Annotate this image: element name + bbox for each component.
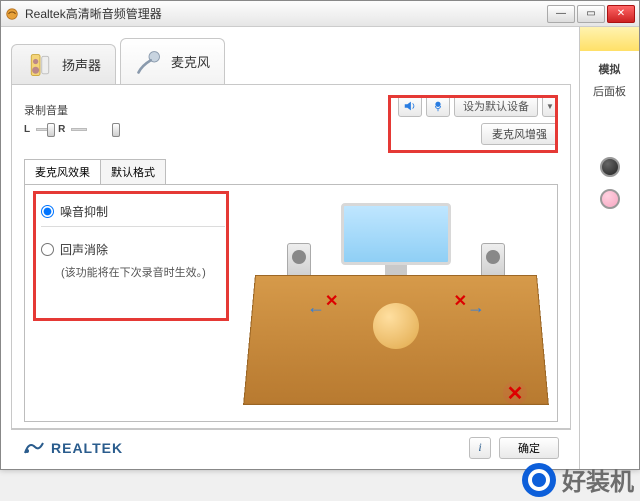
- info-button[interactable]: i: [469, 437, 491, 459]
- speaker-icon: [26, 51, 54, 79]
- minimize-button[interactable]: —: [547, 5, 575, 23]
- realtek-logo: REALTEK: [23, 439, 123, 457]
- user-head-icon: [373, 303, 419, 349]
- illustration: ← → ✕ ✕ ✕: [235, 185, 557, 421]
- balance-slider[interactable]: [36, 120, 52, 138]
- echo-cancel-label: 回声消除: [60, 241, 108, 258]
- brand-text: REALTEK: [51, 440, 123, 456]
- monitor-icon: [341, 203, 451, 283]
- rear-panel-label: 后面板: [593, 83, 626, 99]
- echo-cancel-note: (该功能将在下次录音时生效。): [61, 264, 225, 280]
- balance-r: R: [58, 124, 65, 135]
- x-mark-icon: ✕: [454, 291, 467, 311]
- app-window: Realtek高清晰音频管理器 — ▭ ✕ 扬声器 麦克风: [0, 0, 640, 470]
- echo-cancel-option[interactable]: 回声消除: [41, 241, 225, 258]
- mute-playback-button[interactable]: [398, 95, 422, 117]
- subtabs: 麦克风效果 默认格式: [24, 159, 558, 184]
- subtab-default-format[interactable]: 默认格式: [101, 159, 166, 184]
- connector-panel: 模拟 后面板: [579, 27, 639, 469]
- volume-slider[interactable]: [71, 120, 87, 138]
- x-mark-icon: ✕: [503, 381, 527, 405]
- noise-suppression-label: 噪音抑制: [60, 203, 108, 220]
- ok-button[interactable]: 确定: [499, 437, 559, 459]
- subtab-mic-effects[interactable]: 麦克风效果: [24, 159, 101, 184]
- microphone-panel: 录制音量 L R: [11, 85, 571, 429]
- app-icon: [5, 7, 19, 21]
- device-dropdown[interactable]: ▼: [542, 95, 558, 117]
- tab-speaker-label: 扬声器: [62, 55, 101, 74]
- balance-l: L: [24, 124, 30, 135]
- x-mark-icon: ✕: [325, 291, 338, 311]
- tab-speaker[interactable]: 扬声器: [11, 44, 116, 84]
- arrow-left-icon: ←: [307, 297, 325, 318]
- maximize-button[interactable]: ▭: [577, 5, 605, 23]
- arrow-right-icon: →: [467, 297, 485, 318]
- footer: REALTEK i 确定: [11, 429, 571, 465]
- jack-mic-in[interactable]: [600, 189, 620, 209]
- mute-record-button[interactable]: [426, 95, 450, 117]
- tab-microphone-label: 麦克风: [171, 52, 210, 71]
- analog-label: 模拟: [599, 61, 621, 77]
- device-tabs: 扬声器 麦克风: [11, 33, 571, 85]
- set-default-device-button[interactable]: 设为默认设备: [454, 95, 538, 117]
- recording-volume-label: 录制音量: [24, 102, 87, 118]
- close-button[interactable]: ✕: [607, 5, 635, 23]
- mic-effects-panel: 噪音抑制 回声消除 (该功能将在下次录音时生效。): [24, 184, 558, 422]
- titlebar: Realtek高清晰音频管理器 — ▭ ✕: [1, 1, 639, 27]
- divider: [41, 226, 225, 227]
- jack-line-in[interactable]: [600, 157, 620, 177]
- mic-boost-button[interactable]: 麦克风增强: [481, 123, 558, 145]
- echo-cancel-radio[interactable]: [41, 243, 54, 256]
- tab-microphone[interactable]: 麦克风: [120, 38, 225, 84]
- noise-suppression-radio[interactable]: [41, 205, 54, 218]
- set-default-label: 设为默认设备: [463, 98, 529, 114]
- noise-suppression-option[interactable]: 噪音抑制: [41, 203, 225, 220]
- window-title: Realtek高清晰音频管理器: [25, 5, 162, 22]
- microphone-icon: [135, 48, 163, 76]
